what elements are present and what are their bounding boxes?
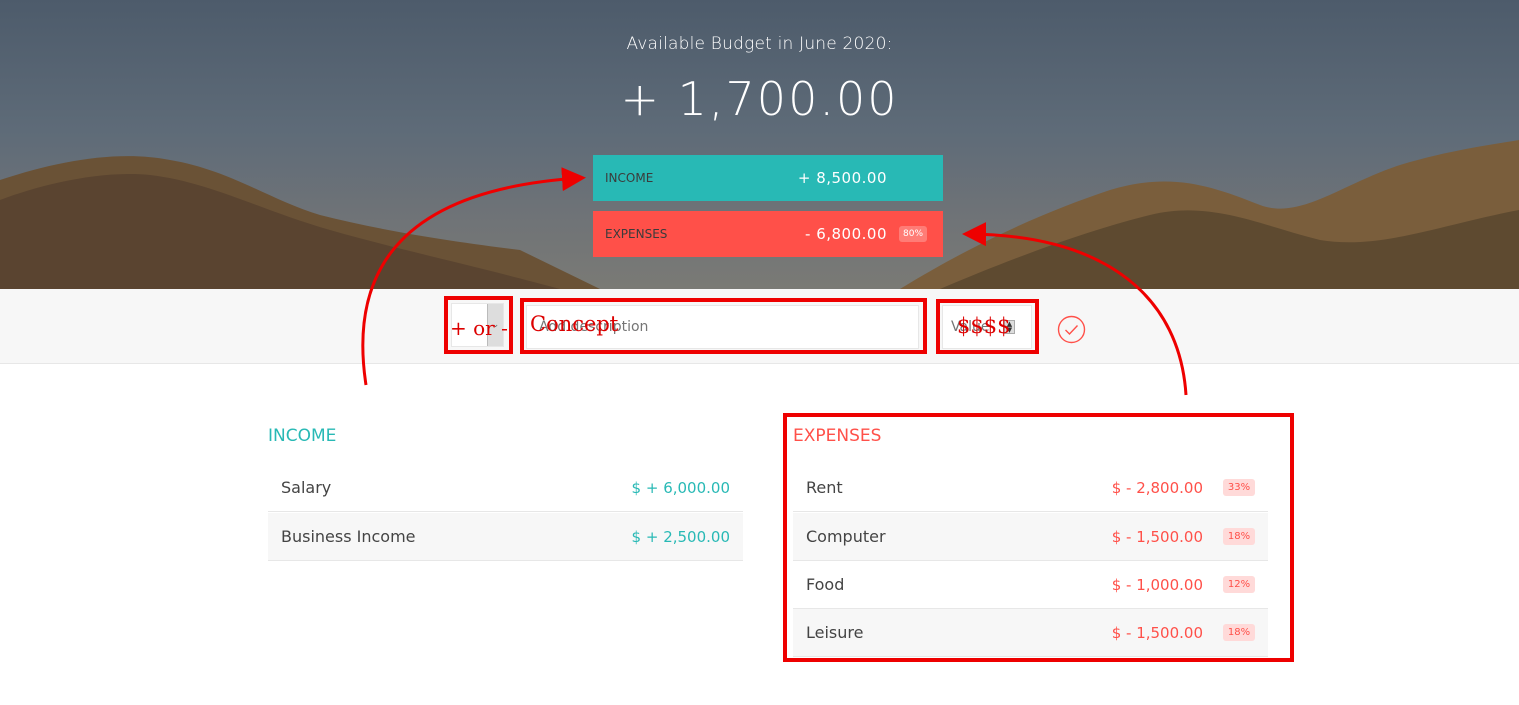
income-row: Salary $ + 6,000.00 — [268, 464, 743, 512]
expenses-summary-label: EXPENSES — [605, 227, 668, 241]
concept-annotation-text: Concept — [530, 312, 619, 336]
income-list-title: INCOME — [268, 426, 337, 446]
income-description: Salary — [281, 478, 332, 497]
income-summary: INCOME + 8,500.00 — [593, 155, 943, 201]
income-summary-label: INCOME — [605, 171, 654, 185]
expenses-summary-value: - 6,800.00 — [805, 225, 887, 243]
value-annotation-text: $$$$ — [957, 314, 1011, 338]
type-annotation-text: + or - — [450, 316, 508, 340]
expenses-summary: EXPENSES - 6,800.00 80% — [593, 211, 943, 257]
budget-header: Available Budget in June 2020: + 1,700.0… — [0, 0, 1519, 289]
income-row: Business Income $ + 2,500.00 — [268, 513, 743, 561]
income-description: Business Income — [281, 527, 416, 546]
check-circle-icon[interactable] — [1057, 315, 1086, 344]
income-summary-value: + 8,500.00 — [797, 169, 887, 187]
income-value: $ + 2,500.00 — [631, 527, 730, 546]
budget-title: Available Budget in June 2020: — [626, 34, 893, 54]
expenses-percentage-badge: 80% — [899, 226, 928, 242]
expenses-annotation-box — [783, 413, 1294, 662]
budget-value: + 1,700.00 — [620, 72, 899, 126]
income-value: $ + 6,000.00 — [631, 478, 730, 497]
